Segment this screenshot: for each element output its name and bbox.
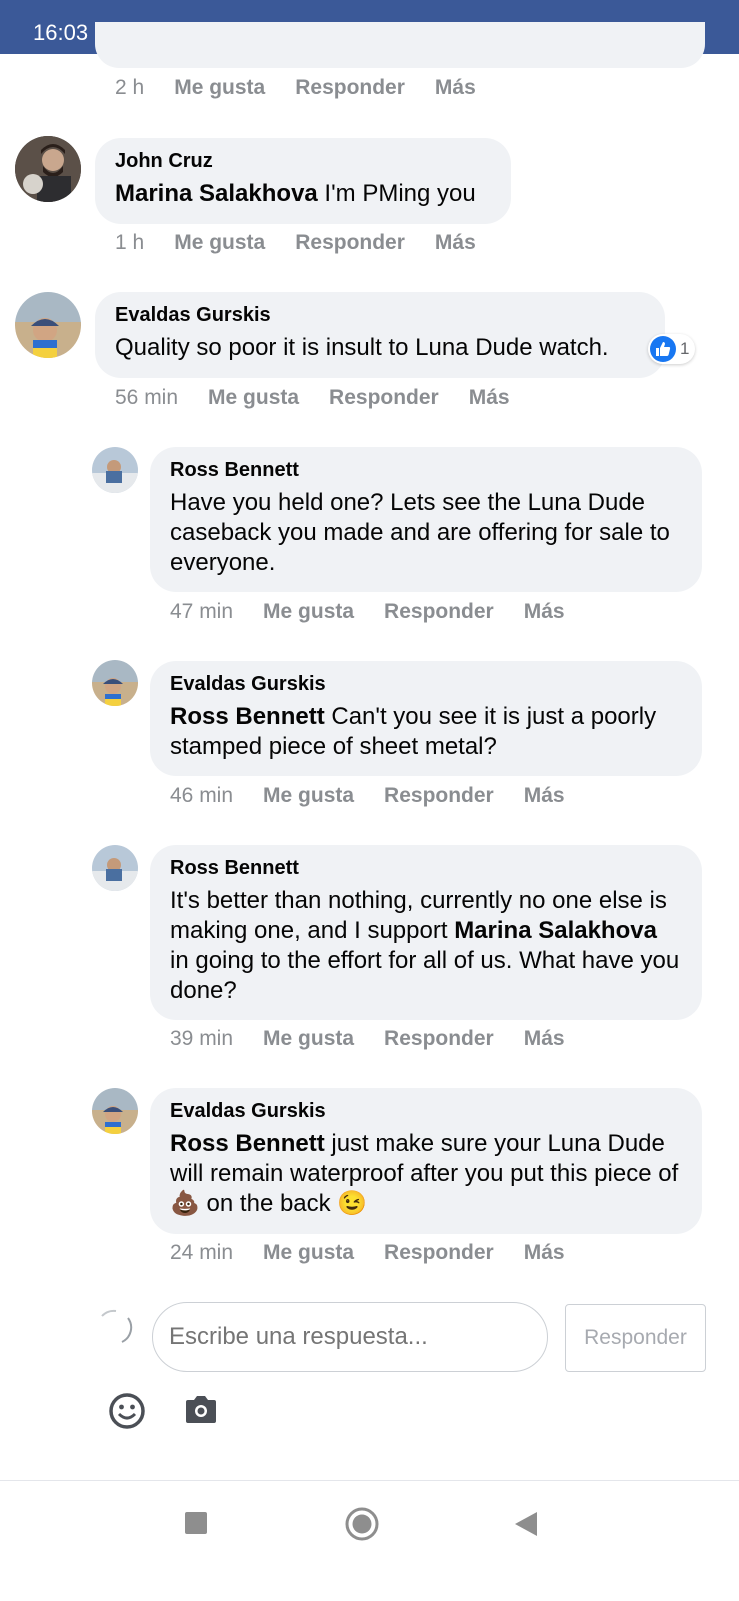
comment-bubble: Evaldas Gurskis Ross Bennett Can't you s… <box>150 661 702 776</box>
reply-button[interactable]: Responder <box>295 76 405 100</box>
comment-time: 24 min <box>170 1241 234 1264</box>
comment-meta: 46 min Me gusta Responder Más <box>170 784 595 808</box>
comment-bubble: Ross Bennett It's better than nothing, c… <box>150 845 702 1020</box>
like-button[interactable]: Me gusta <box>174 231 265 255</box>
more-button[interactable]: Más <box>524 1241 565 1265</box>
mention-link[interactable]: Marina Salakhova <box>454 917 657 944</box>
avatar[interactable] <box>15 292 81 358</box>
reaction-badge[interactable]: 1 <box>648 334 696 364</box>
comment-text: Ross Bennett just make sure your Luna Du… <box>170 1130 679 1217</box>
reply-button[interactable]: Responder <box>295 231 405 255</box>
recents-icon[interactable] <box>184 1511 208 1540</box>
comment-author[interactable]: Evaldas Gurskis <box>170 1100 682 1123</box>
comment-meta: 2 h Me gusta Responder Más <box>115 76 506 100</box>
like-button[interactable]: Me gusta <box>263 1027 354 1051</box>
comment-time: 1 h <box>115 231 145 254</box>
home-icon[interactable] <box>345 1507 379 1546</box>
like-button[interactable]: Me gusta <box>208 386 299 410</box>
thumbs-up-icon <box>650 336 676 362</box>
avatar[interactable] <box>92 1088 138 1134</box>
comment-bubble: John Cruz Marina Salakhova I'm PMing you <box>95 138 511 224</box>
comment-meta: 24 min Me gusta Responder Más <box>170 1241 595 1265</box>
comment-time: 56 min <box>115 386 179 409</box>
poop-emoji: 💩 <box>170 1190 200 1217</box>
comment-time: 47 min <box>170 600 234 623</box>
emoji-icon[interactable] <box>108 1392 146 1435</box>
previous-comment-bubble <box>95 22 705 68</box>
reply-button[interactable]: Responder <box>329 386 439 410</box>
more-button[interactable]: Más <box>469 386 510 410</box>
comment-time: 39 min <box>170 1027 234 1050</box>
comment-author[interactable]: Evaldas Gurskis <box>170 673 682 696</box>
mention-link[interactable]: Ross Bennett <box>170 703 325 730</box>
submit-reply-button[interactable]: Responder <box>565 1304 706 1372</box>
avatar[interactable] <box>92 447 138 493</box>
status-time: 16:03 <box>33 20 89 45</box>
reply-input[interactable] <box>152 1302 548 1372</box>
comment-text: Marina Salakhova I'm PMing you <box>115 180 476 207</box>
comment-author[interactable]: John Cruz <box>115 150 491 173</box>
comment-bubble: Evaldas Gurskis Quality so poor it is in… <box>95 292 665 378</box>
comment-meta: 1 h Me gusta Responder Más <box>115 231 506 255</box>
reply-button[interactable]: Responder <box>384 600 494 624</box>
comment-author[interactable]: Ross Bennett <box>170 459 682 482</box>
like-button[interactable]: Me gusta <box>263 784 354 808</box>
system-nav-bar <box>0 1480 739 1601</box>
more-button[interactable]: Más <box>435 231 476 255</box>
like-button[interactable]: Me gusta <box>263 1241 354 1265</box>
comment-bubble: Evaldas Gurskis Ross Bennett just make s… <box>150 1088 702 1234</box>
avatar[interactable] <box>15 136 81 202</box>
comment-bubble: Ross Bennett Have you held one? Lets see… <box>150 447 702 592</box>
back-icon[interactable] <box>514 1511 538 1542</box>
comment-time: 2 h <box>115 76 145 99</box>
loading-spinner-icon <box>92 1304 138 1350</box>
mention-link[interactable]: Ross Bennett <box>170 1130 325 1157</box>
comment-text: Ross Bennett Can't you see it is just a … <box>170 703 657 760</box>
more-button[interactable]: Más <box>524 600 565 624</box>
reply-button[interactable]: Responder <box>384 1027 494 1051</box>
more-button[interactable]: Más <box>524 1027 565 1051</box>
like-button[interactable]: Me gusta <box>263 600 354 624</box>
reply-button[interactable]: Responder <box>384 1241 494 1265</box>
avatar[interactable] <box>92 660 138 706</box>
reply-button[interactable]: Responder <box>384 784 494 808</box>
camera-icon[interactable] <box>183 1394 219 1431</box>
more-button[interactable]: Más <box>524 784 565 808</box>
comment-text: Have you held one? Lets see the Luna Dud… <box>170 489 670 576</box>
comment-text: It's better than nothing, currently no o… <box>170 887 680 1004</box>
like-button[interactable]: Me gusta <box>174 76 265 100</box>
wink-emoji: 😉 <box>337 1190 368 1217</box>
comment-meta: 56 min Me gusta Responder Más <box>115 386 540 410</box>
comment-time: 46 min <box>170 784 234 807</box>
avatar[interactable] <box>92 845 138 891</box>
comment-author[interactable]: Ross Bennett <box>170 857 682 880</box>
mention-link[interactable]: Marina Salakhova <box>115 180 318 207</box>
comment-text: Quality so poor it is insult to Luna Dud… <box>115 334 609 361</box>
comment-author[interactable]: Evaldas Gurskis <box>115 304 645 327</box>
comment-meta: 39 min Me gusta Responder Más <box>170 1027 595 1051</box>
comment-meta: 47 min Me gusta Responder Más <box>170 600 595 624</box>
reaction-count: 1 <box>680 339 690 358</box>
more-button[interactable]: Más <box>435 76 476 100</box>
